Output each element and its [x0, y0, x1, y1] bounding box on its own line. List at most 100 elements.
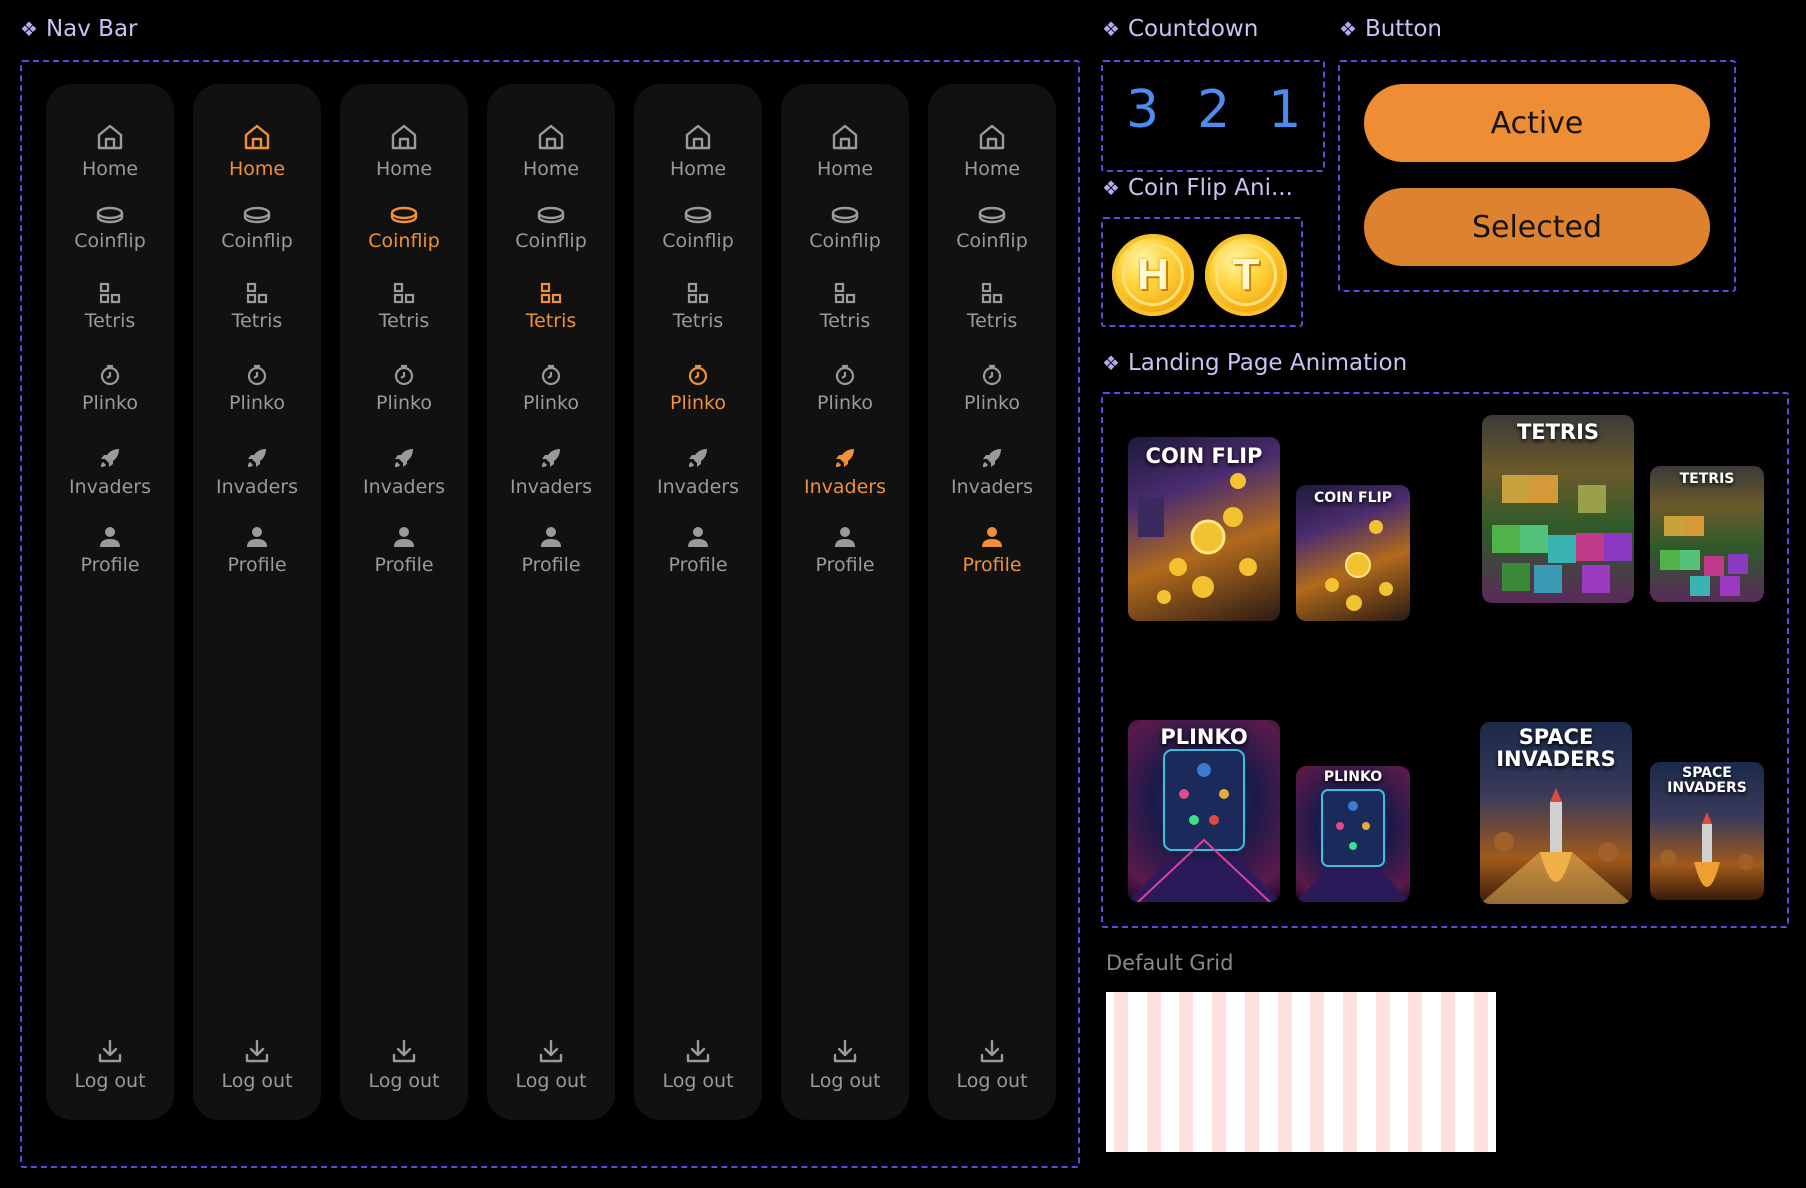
nav-item-profile[interactable]: Profile — [634, 526, 762, 576]
logout-label: Log out — [515, 1070, 587, 1092]
nav-item-tetris[interactable]: Tetris — [340, 282, 468, 332]
nav-item-invaders[interactable]: Invaders — [193, 446, 321, 498]
user-icon — [687, 526, 709, 554]
card-title: PLINKO — [1323, 769, 1383, 785]
logout-button[interactable]: Log out — [634, 1038, 762, 1092]
coin-flip-section-title: ❖ Coin Flip Ani... — [1102, 175, 1293, 201]
nav-item-home[interactable]: Home — [634, 122, 762, 180]
nav-item-label: Tetris — [966, 310, 1018, 332]
plinko-icon — [981, 364, 1003, 392]
nav-item-plinko[interactable]: Plinko — [781, 364, 909, 414]
nav-item-coinflip[interactable]: Coinflip — [781, 206, 909, 252]
nav-item-label: Profile — [227, 554, 287, 576]
button-section-title: ❖ Button — [1339, 16, 1442, 42]
diamond-icon: ❖ — [20, 17, 38, 41]
selected-button[interactable]: Selected — [1364, 188, 1710, 266]
home-icon — [977, 122, 1007, 158]
nav-item-label: Tetris — [819, 310, 871, 332]
user-icon — [246, 526, 268, 554]
coin-heads[interactable]: H — [1112, 234, 1194, 316]
nav-item-invaders[interactable]: Invaders — [46, 446, 174, 498]
card-title: SPACE INVADERS — [1667, 765, 1747, 796]
nav-item-label: Profile — [815, 554, 875, 576]
download-icon — [244, 1038, 270, 1070]
nav-item-plinko[interactable]: Plinko — [928, 364, 1056, 414]
nav-item-coinflip[interactable]: Coinflip — [928, 206, 1056, 252]
coinflip-card-small[interactable]: COIN FLIP — [1296, 485, 1410, 621]
nav-item-plinko[interactable]: Plinko — [46, 364, 174, 414]
logout-button[interactable]: Log out — [46, 1038, 174, 1092]
grid-column — [1441, 992, 1456, 1152]
logout-button[interactable]: Log out — [928, 1038, 1056, 1092]
coin-tails[interactable]: T — [1205, 234, 1287, 316]
nav-item-tetris[interactable]: Tetris — [193, 282, 321, 332]
nav-item-home[interactable]: Home — [928, 122, 1056, 180]
card-title: SPACE INVADERS — [1496, 725, 1616, 772]
download-icon — [391, 1038, 417, 1070]
card-title: COIN FLIP — [1145, 444, 1263, 468]
nav-item-label: Tetris — [672, 310, 724, 332]
nav-item-tetris[interactable]: Tetris — [928, 282, 1056, 332]
nav-item-profile[interactable]: Profile — [46, 526, 174, 576]
nav-item-label: Coinflip — [956, 230, 1028, 252]
nav-item-tetris[interactable]: Tetris — [781, 282, 909, 332]
nav-item-tetris[interactable]: Tetris — [634, 282, 762, 332]
nav-item-home[interactable]: Home — [781, 122, 909, 180]
logout-button[interactable]: Log out — [487, 1038, 615, 1092]
grid-column — [1277, 992, 1292, 1152]
nav-item-invaders[interactable]: Invaders — [487, 446, 615, 498]
tetris-card-large[interactable]: TETRIS — [1482, 415, 1634, 603]
logout-button[interactable]: Log out — [781, 1038, 909, 1092]
nav-bar-column: Home Coinflip Tetris Plinko Invaders Profile L… — [634, 84, 762, 1120]
nav-item-profile[interactable]: Profile — [193, 526, 321, 576]
nav-item-invaders[interactable]: Invaders — [781, 446, 909, 498]
nav-item-coinflip[interactable]: Coinflip — [487, 206, 615, 252]
nav-item-home[interactable]: Home — [193, 122, 321, 180]
nav-item-plinko[interactable]: Plinko — [193, 364, 321, 414]
nav-item-label: Invaders — [510, 476, 592, 498]
coinflip-card-large[interactable]: COIN FLIP — [1128, 437, 1280, 621]
nav-bar-column: Home Coinflip Tetris Plinko Invaders Profile L… — [487, 84, 615, 1120]
nav-item-tetris[interactable]: Tetris — [46, 282, 174, 332]
logout-button[interactable]: Log out — [193, 1038, 321, 1092]
nav-item-profile[interactable]: Profile — [487, 526, 615, 576]
nav-item-home[interactable]: Home — [340, 122, 468, 180]
countdown-digit: 2 — [1197, 80, 1231, 140]
nav-item-label: Plinko — [228, 392, 285, 414]
download-icon — [97, 1038, 123, 1070]
nav-item-plinko[interactable]: Plinko — [340, 364, 468, 414]
nav-item-invaders[interactable]: Invaders — [928, 446, 1056, 498]
tetris-card-small[interactable]: TETRIS — [1650, 466, 1764, 602]
plinko-card-small[interactable]: PLINKO — [1296, 766, 1410, 902]
grid-column — [1310, 992, 1325, 1152]
nav-item-invaders[interactable]: Invaders — [634, 446, 762, 498]
active-button[interactable]: Active — [1364, 84, 1710, 162]
download-icon — [979, 1038, 1005, 1070]
nav-item-coinflip[interactable]: Coinflip — [193, 206, 321, 252]
nav-item-coinflip[interactable]: Coinflip — [340, 206, 468, 252]
nav-item-label: Coinflip — [809, 230, 881, 252]
blocks-icon — [981, 282, 1003, 310]
nav-item-plinko[interactable]: Plinko — [487, 364, 615, 414]
nav-item-profile[interactable]: Profile — [928, 526, 1056, 576]
invaders-card-small[interactable]: SPACE INVADERS — [1650, 762, 1764, 900]
plinko-card-large[interactable]: PLINKO — [1128, 720, 1280, 902]
nav-item-home[interactable]: Home — [487, 122, 615, 180]
nav-item-tetris[interactable]: Tetris — [487, 282, 615, 332]
nav-item-coinflip[interactable]: Coinflip — [634, 206, 762, 252]
invaders-card-large[interactable]: SPACE INVADERS — [1480, 722, 1632, 904]
nav-item-label: Plinko — [669, 392, 726, 414]
diamond-icon: ❖ — [1102, 351, 1120, 375]
blocks-icon — [393, 282, 415, 310]
nav-item-label: Profile — [668, 554, 728, 576]
nav-item-coinflip[interactable]: Coinflip — [46, 206, 174, 252]
nav-item-plinko[interactable]: Plinko — [634, 364, 762, 414]
nav-item-profile[interactable]: Profile — [781, 526, 909, 576]
nav-item-home[interactable]: Home — [46, 122, 174, 180]
nav-item-invaders[interactable]: Invaders — [340, 446, 468, 498]
logout-button[interactable]: Log out — [340, 1038, 468, 1092]
blocks-icon — [99, 282, 121, 310]
plinko-icon — [246, 364, 268, 392]
nav-item-profile[interactable]: Profile — [340, 526, 468, 576]
nav-item-label: Profile — [962, 554, 1022, 576]
